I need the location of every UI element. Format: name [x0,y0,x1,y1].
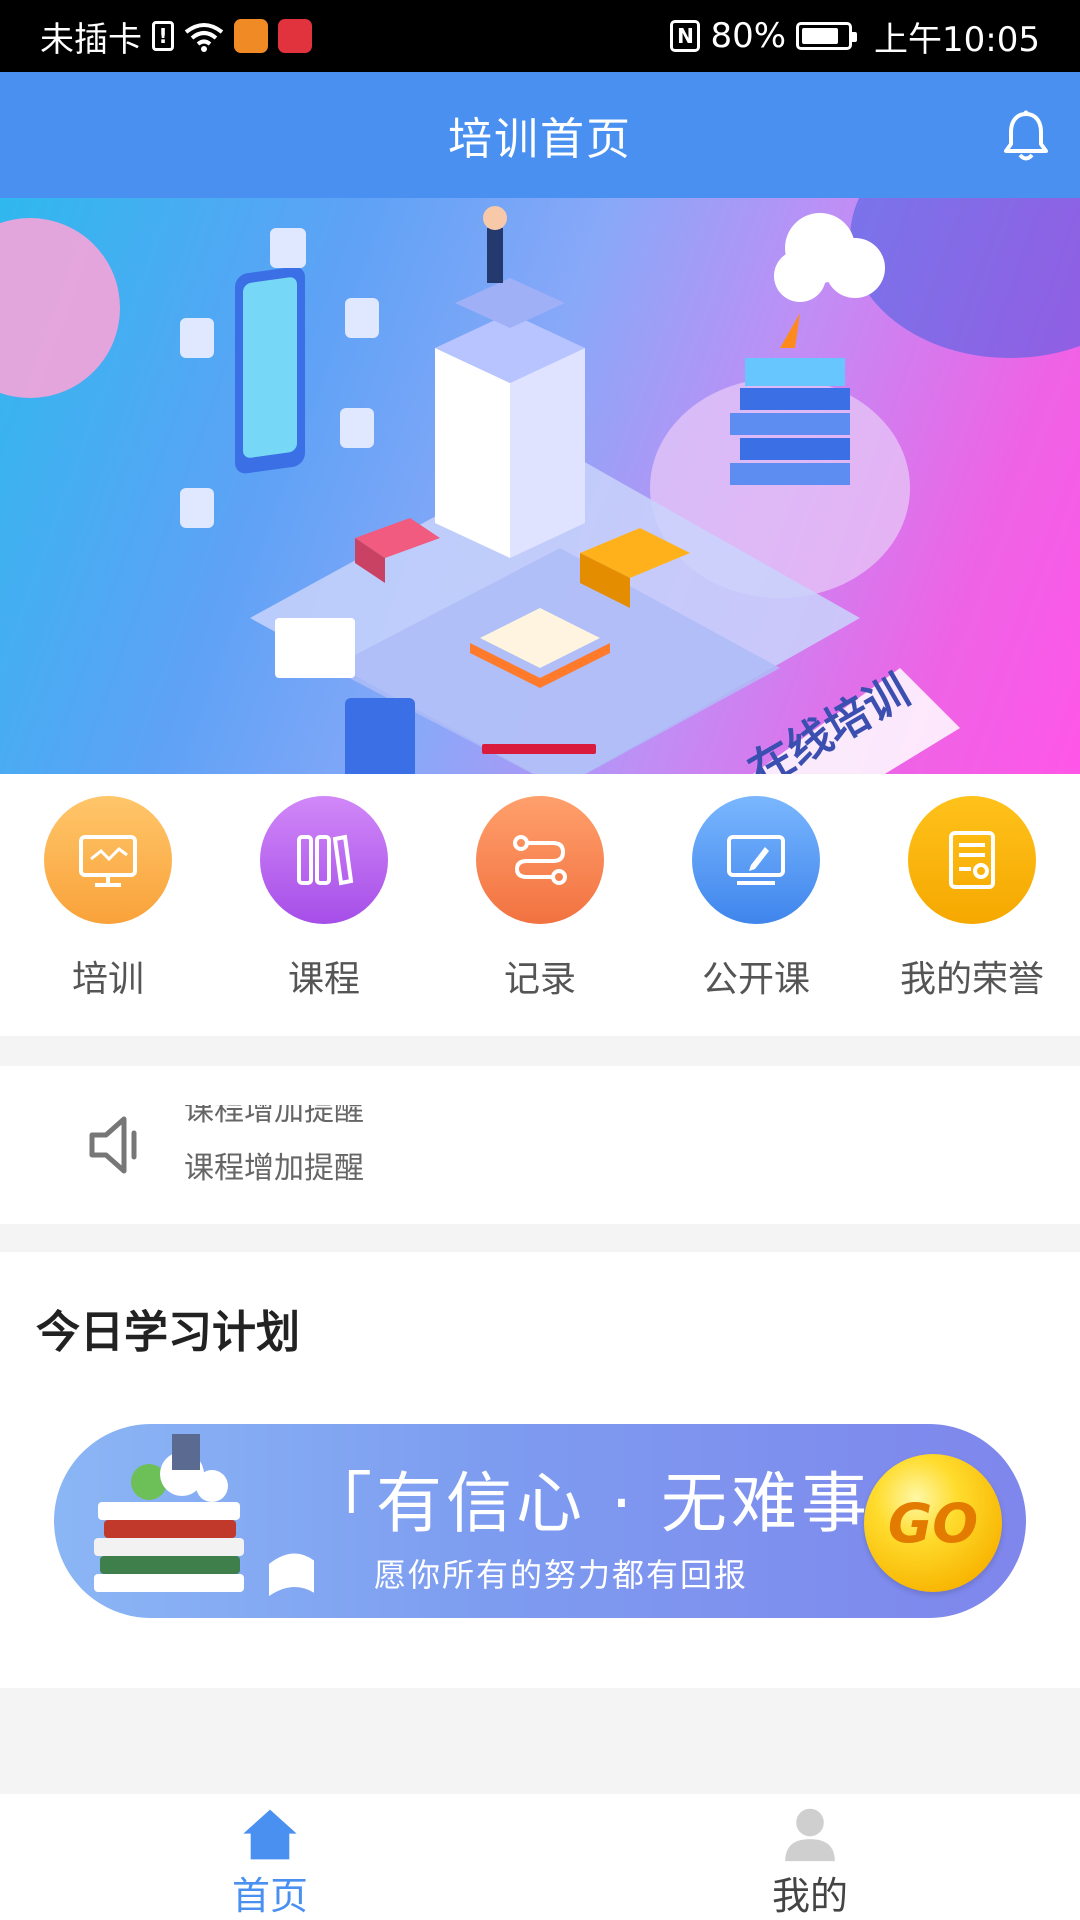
books-icon [297,834,354,886]
book-app-icon [278,19,312,53]
menu-label: 公开课 [701,959,810,1000]
page: 未插卡 ! N 80% 上午10:05 培训首页 在线培训 培训 课程 记录 公… [0,0,1080,1920]
notice-line: 课程增加提醒 [184,1105,364,1128]
menu-circle [476,796,604,924]
slogan-text: 「有信心 · 无难事」 [306,1465,941,1542]
slogan-subtitle: 愿你所有的努力都有回报 [374,1556,749,1594]
nav-tab-home[interactable]: 首页 [0,1794,540,1920]
certificate-icon [949,831,995,889]
banner-carousel[interactable]: 在线培训 [0,198,1080,774]
screen-pen-icon [727,835,785,885]
route-icon [513,835,567,885]
bell-icon[interactable] [1002,110,1050,164]
banner-illustration: 在线培训 [0,198,1080,774]
battery-percent: 80% [710,16,787,56]
menu-circle [260,796,388,924]
notice-bar[interactable]: 课程增加提醒 课程增加提醒 [0,1066,1080,1224]
battery-icon [796,22,858,50]
user-icon [785,1808,835,1862]
carrier-text: 未插卡 [40,19,142,60]
nav-label: 首页 [231,1874,308,1918]
clock: 上午10:05 [874,19,1040,60]
notice-ticker: 课程增加提醒 课程增加提醒 [184,1105,584,1185]
nav-tab-mine[interactable]: 我的 [540,1794,1080,1920]
go-button[interactable]: GO [864,1454,1002,1592]
nav-label: 我的 [771,1874,848,1918]
books-illustration [94,1434,314,1596]
bottom-nav: 首页 我的 [0,1794,1080,1920]
menu-circle [908,796,1036,924]
menu-item-courses[interactable]: 课程 [216,796,432,1036]
menu-item-open-class[interactable]: 公开课 [648,796,864,1036]
menu-item-records[interactable]: 记录 [432,796,648,1036]
go-label: GO [887,1491,979,1555]
menu-label: 记录 [503,959,576,1000]
notice-line: 课程增加提醒 [184,1151,364,1185]
menu-item-training[interactable]: 培训 [0,796,216,1036]
speaker-icon [89,1116,137,1174]
page-title: 培训首页 [448,114,632,165]
quick-menu: 培训 课程 记录 公开课 我的荣誉 [0,774,1080,1036]
monitor-chart-icon [79,835,137,887]
menu-label: 我的荣誉 [899,959,1044,1000]
video-app-icon [234,19,268,53]
section-title: 今日学习计划 [36,1307,300,1358]
menu-label: 培训 [71,959,144,1000]
nfc-icon: N [670,20,701,52]
carousel-indicator[interactable] [482,744,596,754]
home-icon [243,1809,297,1860]
plan-banner[interactable]: 「有信心 · 无难事」 愿你所有的努力都有回报 GO [54,1424,1026,1618]
wifi-icon [184,23,224,52]
sim-alert-icon: ! [152,21,174,51]
menu-circle [44,796,172,924]
app-header: 培训首页 [0,72,1080,198]
menu-item-honors[interactable]: 我的荣誉 [864,796,1080,1036]
menu-label: 课程 [287,959,360,1000]
status-left: 未插卡 ! [40,12,312,61]
status-right: N 80% 上午10:05 [670,12,1040,61]
status-bar: 未插卡 ! N 80% 上午10:05 [0,0,1080,72]
menu-circle [692,796,820,924]
study-plan-section: 今日学习计划 「有信心 · 无难事」 愿你所有的努力都有回报 GO [0,1252,1080,1688]
